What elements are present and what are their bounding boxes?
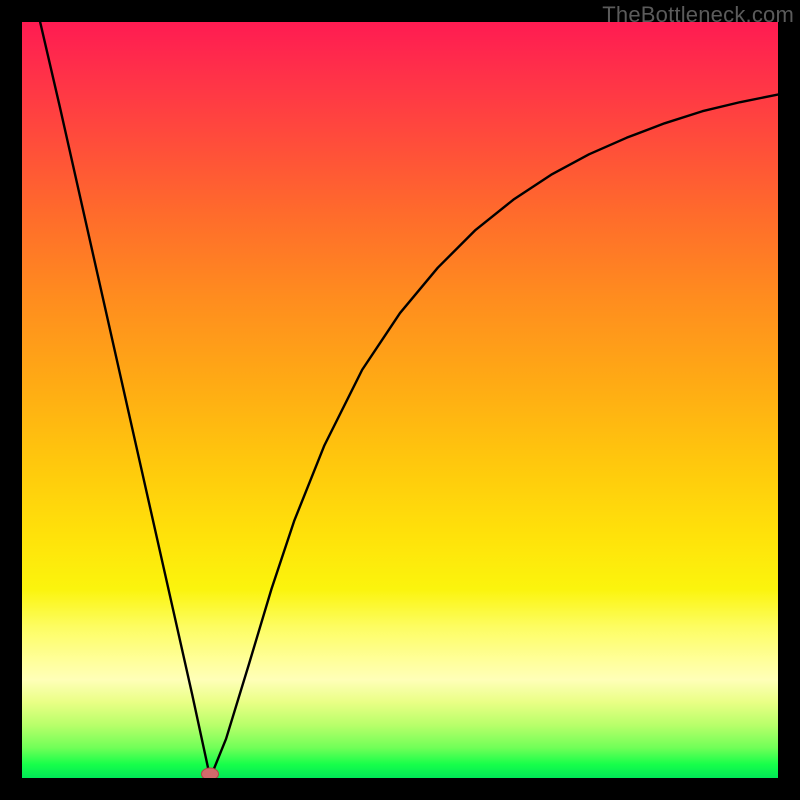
- watermark-text: TheBottleneck.com: [602, 2, 794, 28]
- bottleneck-curve: [22, 22, 778, 778]
- chart-frame: TheBottleneck.com: [0, 0, 800, 800]
- min-point-marker: [201, 768, 219, 778]
- plot-area: [22, 22, 778, 778]
